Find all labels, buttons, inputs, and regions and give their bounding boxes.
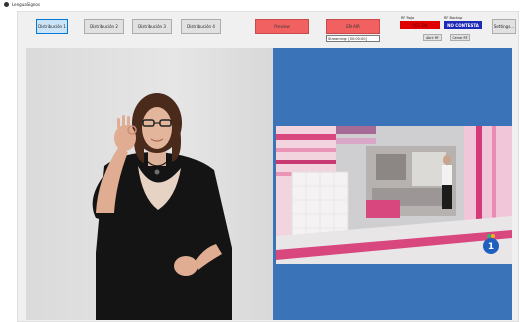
interpreter-image: [92, 93, 232, 320]
onair-button[interactable]: EN AIR: [326, 19, 380, 34]
distribution-4-button[interactable]: Distribución 4: [181, 19, 221, 34]
settings-button[interactable]: Settings...: [492, 19, 516, 34]
app-window: Distribución 1 Distribución 2 Distribuci…: [17, 11, 519, 322]
preview-button[interactable]: Preview: [255, 19, 309, 34]
backup-status-indicator: NO CONTESTA: [444, 21, 482, 29]
sign-language-camera-feed: [26, 48, 273, 320]
close-rf-button[interactable]: Cerrar RF: [450, 34, 470, 41]
rec-status-indicator: REC OK: [400, 21, 440, 29]
backup-label: RF Backup: [444, 16, 463, 20]
video-area: 1: [26, 48, 512, 320]
toolbar: Distribución 1 Distribución 2 Distribuci…: [18, 12, 518, 45]
window-titlebar: LenguaSignos: [0, 0, 520, 9]
svg-text:1: 1: [488, 242, 494, 252]
tv-broadcast-feed: 1: [276, 126, 512, 264]
open-rf-button[interactable]: Abrir RF: [423, 34, 442, 41]
rec-label: RF Rojo: [401, 16, 415, 20]
distribution-2-button[interactable]: Distribución 2: [84, 19, 124, 34]
app-icon: [4, 2, 9, 7]
broadcast-image: 1: [276, 126, 512, 264]
distribution-1-button[interactable]: Distribución 1: [36, 19, 68, 34]
distribution-3-button[interactable]: Distribución 3: [132, 19, 172, 34]
streaming-field[interactable]: Streaming: [00:00:00]: [326, 35, 380, 42]
window-title: LenguaSignos: [12, 2, 40, 7]
